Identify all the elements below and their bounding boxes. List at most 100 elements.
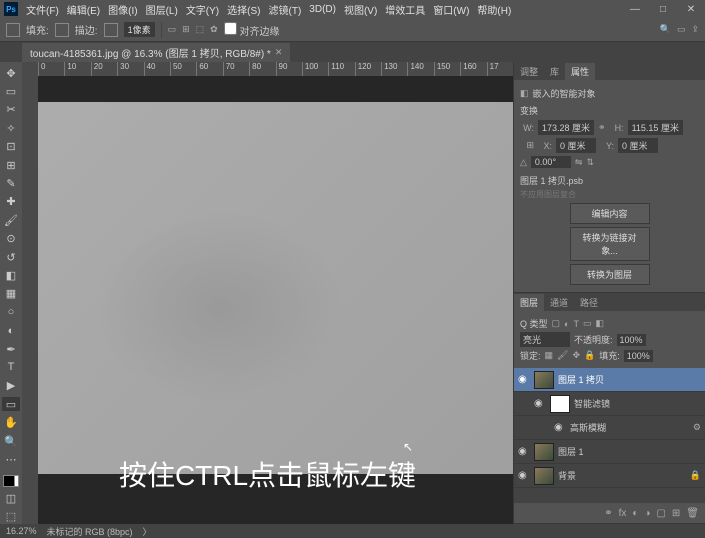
filter-pixel-icon[interactable]: ▢ [552, 318, 561, 329]
marquee-tool[interactable]: ▭ [2, 84, 20, 98]
gradient-tool[interactable]: ▦ [2, 287, 20, 301]
menu-plugins[interactable]: 增效工具 [385, 2, 425, 17]
layer-name[interactable]: 智能滤镜 [574, 397, 610, 410]
type-tool[interactable]: T [2, 360, 20, 374]
link-layers-icon[interactable]: ⚭ [604, 508, 612, 519]
blend-mode-select[interactable]: 亮光 [520, 332, 570, 347]
layer-row[interactable]: ◉ 背景 🔒 [514, 464, 705, 488]
screenmode-tool[interactable]: ⬚ [2, 510, 20, 524]
fx-icon[interactable]: fx [619, 508, 627, 519]
minimize-button[interactable]: — [625, 4, 645, 15]
tab-libraries[interactable]: 库 [544, 63, 565, 80]
visibility-icon[interactable]: ◉ [518, 374, 530, 385]
layer-name[interactable]: 高斯模糊 [570, 421, 606, 434]
delete-icon[interactable]: 🗑 [686, 508, 699, 519]
chevron-right-icon[interactable]: 〉 [143, 525, 152, 538]
layer-name[interactable]: 图层 1 拷贝 [558, 373, 604, 386]
visibility-icon[interactable]: ◉ [518, 470, 530, 481]
path-ops-icon[interactable]: ▭ [168, 24, 177, 35]
edit-contents-button[interactable]: 编辑内容 [570, 203, 650, 224]
w-input[interactable]: 173.28 厘米 [538, 120, 594, 135]
filter-options-icon[interactable]: ⚙ [693, 422, 701, 433]
filter-adjust-icon[interactable]: ◐ [564, 319, 569, 329]
filter-shape-icon[interactable]: ▭ [583, 318, 592, 329]
brush-tool[interactable]: 🖌 [2, 213, 20, 227]
lock-trans-icon[interactable]: ▦ [545, 350, 554, 361]
x-input[interactable]: 0 厘米 [556, 138, 596, 153]
rectangle-tool[interactable]: ▭ [2, 397, 20, 411]
flip-h-icon[interactable]: ⇋ [575, 157, 583, 168]
ruler-origin[interactable] [22, 62, 38, 76]
workspace-icon[interactable]: ▭ [677, 24, 686, 35]
share-icon[interactable]: ⇪ [691, 24, 699, 35]
menu-3d[interactable]: 3D(D) [309, 4, 336, 15]
anchor-icon[interactable]: ⊞ [520, 140, 534, 151]
visibility-icon[interactable]: ◉ [554, 422, 566, 433]
close-button[interactable]: ✕ [681, 4, 701, 15]
doc-info[interactable]: 未标记的 RGB (8bpc) [47, 525, 133, 538]
group-icon[interactable]: ▢ [656, 508, 665, 519]
new-layer-icon[interactable]: ⊞ [672, 508, 680, 519]
frame-tool[interactable]: ⊞ [2, 158, 20, 172]
convert-linked-button[interactable]: 转换为链接对象... [570, 227, 650, 261]
stroke-width-input[interactable]: 1像素 [124, 22, 155, 37]
layer-row[interactable]: ◉ 图层 1 拷贝 [514, 368, 705, 392]
menu-window[interactable]: 窗口(W) [433, 2, 469, 17]
move-tool[interactable]: ✥ [2, 66, 20, 80]
blur-tool[interactable]: ○ [2, 305, 20, 319]
wand-tool[interactable]: ✧ [2, 121, 20, 135]
dodge-tool[interactable]: ◐ [2, 323, 20, 337]
canvas[interactable] [38, 102, 513, 474]
tab-adjustments[interactable]: 调整 [514, 63, 544, 80]
tab-layers[interactable]: 图层 [514, 294, 544, 311]
align-edges-checkbox[interactable]: 对齐边缘 [224, 22, 280, 38]
eraser-tool[interactable]: ◧ [2, 268, 20, 282]
edit-toolbar[interactable]: ⋯ [2, 452, 20, 466]
layer-row[interactable]: ◉ 图层 1 [514, 440, 705, 464]
tab-properties[interactable]: 属性 [565, 63, 595, 80]
path-select-tool[interactable]: ▶ [2, 379, 20, 393]
flip-v-icon[interactable]: ⇅ [586, 157, 594, 168]
filter-smart-icon[interactable]: ◧ [595, 318, 604, 329]
lock-pos-icon[interactable]: ✥ [572, 350, 580, 361]
layer-thumb[interactable] [550, 395, 570, 413]
tab-close-icon[interactable]: ✕ [275, 47, 283, 58]
menu-layer[interactable]: 图层(L) [146, 2, 178, 17]
zoom-level[interactable]: 16.27% [6, 526, 37, 536]
tab-paths[interactable]: 路径 [574, 294, 604, 311]
menu-select[interactable]: 选择(S) [227, 2, 260, 17]
angle-input[interactable]: 0.00° [531, 156, 571, 168]
crop-tool[interactable]: ⊡ [2, 140, 20, 154]
tab-channels[interactable]: 通道 [544, 294, 574, 311]
menu-filter[interactable]: 滤镜(T) [269, 2, 302, 17]
tool-preset-icon[interactable] [6, 23, 20, 37]
h-input[interactable]: 115.15 厘米 [628, 120, 683, 135]
layer-name[interactable]: 背景 [558, 469, 576, 482]
menu-type[interactable]: 文字(Y) [186, 2, 219, 17]
pen-tool[interactable]: ✒ [2, 342, 20, 356]
link-wh-icon[interactable]: ⚭ [598, 122, 606, 133]
align-icon[interactable]: ⊞ [182, 24, 190, 35]
maximize-button[interactable]: □ [653, 4, 673, 15]
layer-row[interactable]: ◉ 高斯模糊 ⚙ [514, 416, 705, 440]
hand-tool[interactable]: ✋ [2, 415, 20, 429]
layer-name[interactable]: 图层 1 [558, 445, 584, 458]
history-brush-tool[interactable]: ↺ [2, 250, 20, 264]
stroke-swatch[interactable] [104, 23, 118, 37]
color-swatch[interactable] [3, 475, 19, 488]
horizontal-ruler[interactable]: 0102030405060708090100110120130140150160… [38, 62, 513, 76]
menu-file[interactable]: 文件(F) [26, 2, 59, 17]
document-tab[interactable]: toucan-4185361.jpg @ 16.3% (图层 1 拷贝, RGB… [22, 43, 290, 62]
fill-swatch[interactable] [55, 23, 69, 37]
menu-help[interactable]: 帮助(H) [477, 2, 511, 17]
heal-tool[interactable]: ✚ [2, 195, 20, 209]
gear-icon[interactable]: ✿ [210, 24, 218, 35]
visibility-icon[interactable]: ◉ [534, 398, 546, 409]
fill-input[interactable]: 100% [624, 350, 653, 362]
lock-pixel-icon[interactable]: 🖌 [557, 350, 568, 361]
zoom-tool[interactable]: 🔍 [2, 434, 20, 448]
quickmask-tool[interactable]: ◫ [2, 491, 20, 505]
lasso-tool[interactable]: ✂ [2, 103, 20, 117]
filter-type-icon[interactable]: T [573, 319, 579, 329]
layer-thumb[interactable] [534, 467, 554, 485]
